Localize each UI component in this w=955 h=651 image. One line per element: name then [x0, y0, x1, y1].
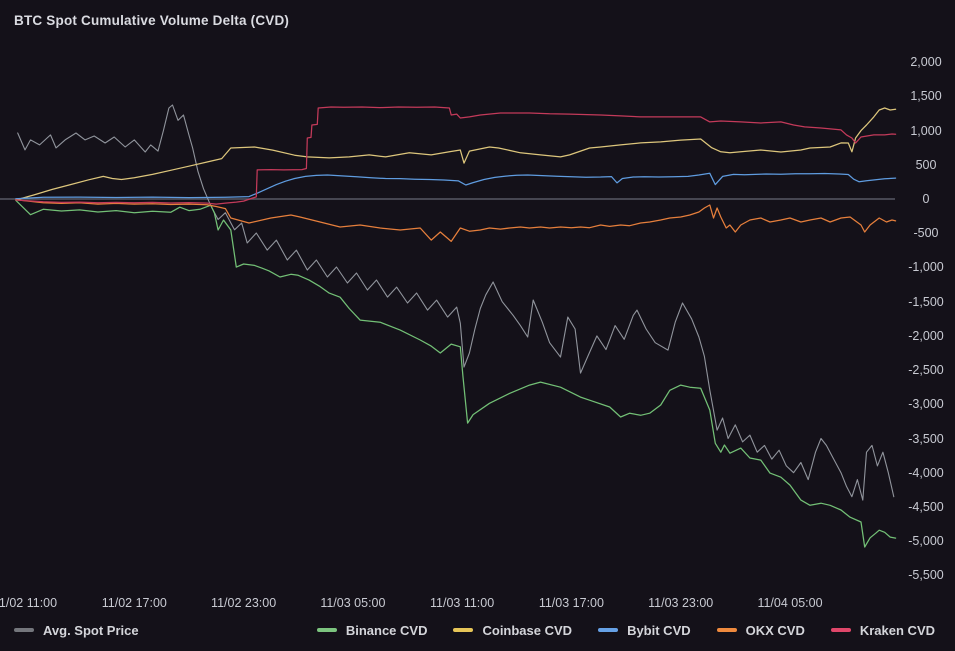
legend-label: Binance CVD — [345, 622, 428, 638]
legend-label: Bybit CVD — [627, 622, 691, 638]
legend-swatch — [830, 627, 851, 633]
y-tick-label: -2,000 — [908, 328, 944, 343]
legend-item-coinbase-cvd[interactable]: Coinbase CVD — [453, 623, 572, 638]
y-tick-label: -4,500 — [908, 500, 944, 514]
x-tick-label: 11/03 23:00 — [648, 596, 714, 610]
cvd-chart-plot-area[interactable] — [0, 0, 955, 651]
y-tick-label: 500 — [915, 157, 937, 172]
legend-group-right: Binance CVD Coinbase CVD Bybit CVD OKX CVD K… — [316, 622, 935, 638]
legend-label: OKX CVD — [745, 622, 805, 638]
series-line-binance-cvd — [15, 199, 897, 548]
legend-item-kraken-cvd[interactable]: Kraken CVD — [830, 622, 935, 638]
legend-label: Kraken CVD — [859, 622, 935, 638]
y-tick-label: 1,000 — [910, 123, 942, 138]
x-tick-label: 11/04 05:00 — [757, 596, 823, 610]
legend-swatch — [453, 627, 474, 633]
legend-label: Coinbase CVD — [482, 622, 573, 638]
y-tick-label: 0 — [922, 192, 930, 206]
chart-legend: Avg. Spot Price Binance CVD Coinbase CVD B… — [0, 616, 955, 644]
series-line-bybit-cvd — [15, 172, 897, 200]
y-tick-label: 1,500 — [910, 89, 942, 104]
legend-swatch — [598, 627, 619, 633]
x-tick-label: 11/02 11:00 — [0, 596, 58, 610]
legend-swatch — [716, 627, 737, 633]
y-tick-label: -500 — [913, 226, 939, 241]
y-tick-label: -2,500 — [908, 363, 944, 378]
series-line-avg-spot-price — [17, 104, 895, 501]
x-tick-label: 11/03 17:00 — [538, 596, 604, 610]
y-tick-label: -3,500 — [908, 431, 944, 446]
cvd-chart-panel: BTC Spot Cumulative Volume Delta (CVD) 2… — [0, 0, 955, 651]
x-tick-label: 11/02 23:00 — [211, 596, 277, 610]
series-line-coinbase-cvd — [15, 107, 897, 201]
series-line-okx-cvd — [15, 199, 897, 243]
legend-swatch — [14, 627, 34, 633]
y-tick-label: 2,000 — [910, 55, 942, 70]
legend-item-bybit-cvd[interactable]: Bybit CVD — [598, 623, 691, 638]
y-tick-label: -4,000 — [908, 465, 944, 480]
legend-item-binance-cvd[interactable]: Binance CVD — [316, 622, 428, 638]
x-tick-label: 11/03 05:00 — [320, 596, 386, 610]
legend-swatch — [316, 627, 337, 633]
legend-group-left: Avg. Spot Price — [14, 623, 139, 638]
legend-label: Avg. Spot Price — [43, 622, 139, 638]
y-tick-label: -1,500 — [908, 294, 944, 309]
y-tick-label: -5,500 — [908, 568, 944, 583]
series-line-kraken-cvd — [15, 106, 897, 205]
y-tick-label: -1,000 — [908, 260, 944, 275]
y-tick-label: -5,000 — [908, 534, 944, 549]
x-tick-label: 11/03 11:00 — [430, 596, 495, 610]
legend-item-okx-cvd[interactable]: OKX CVD — [716, 622, 805, 638]
y-tick-label: -3,000 — [908, 397, 944, 412]
x-tick-label: 11/02 17:00 — [101, 596, 167, 610]
legend-item-avg-spot-price[interactable]: Avg. Spot Price — [14, 623, 139, 638]
